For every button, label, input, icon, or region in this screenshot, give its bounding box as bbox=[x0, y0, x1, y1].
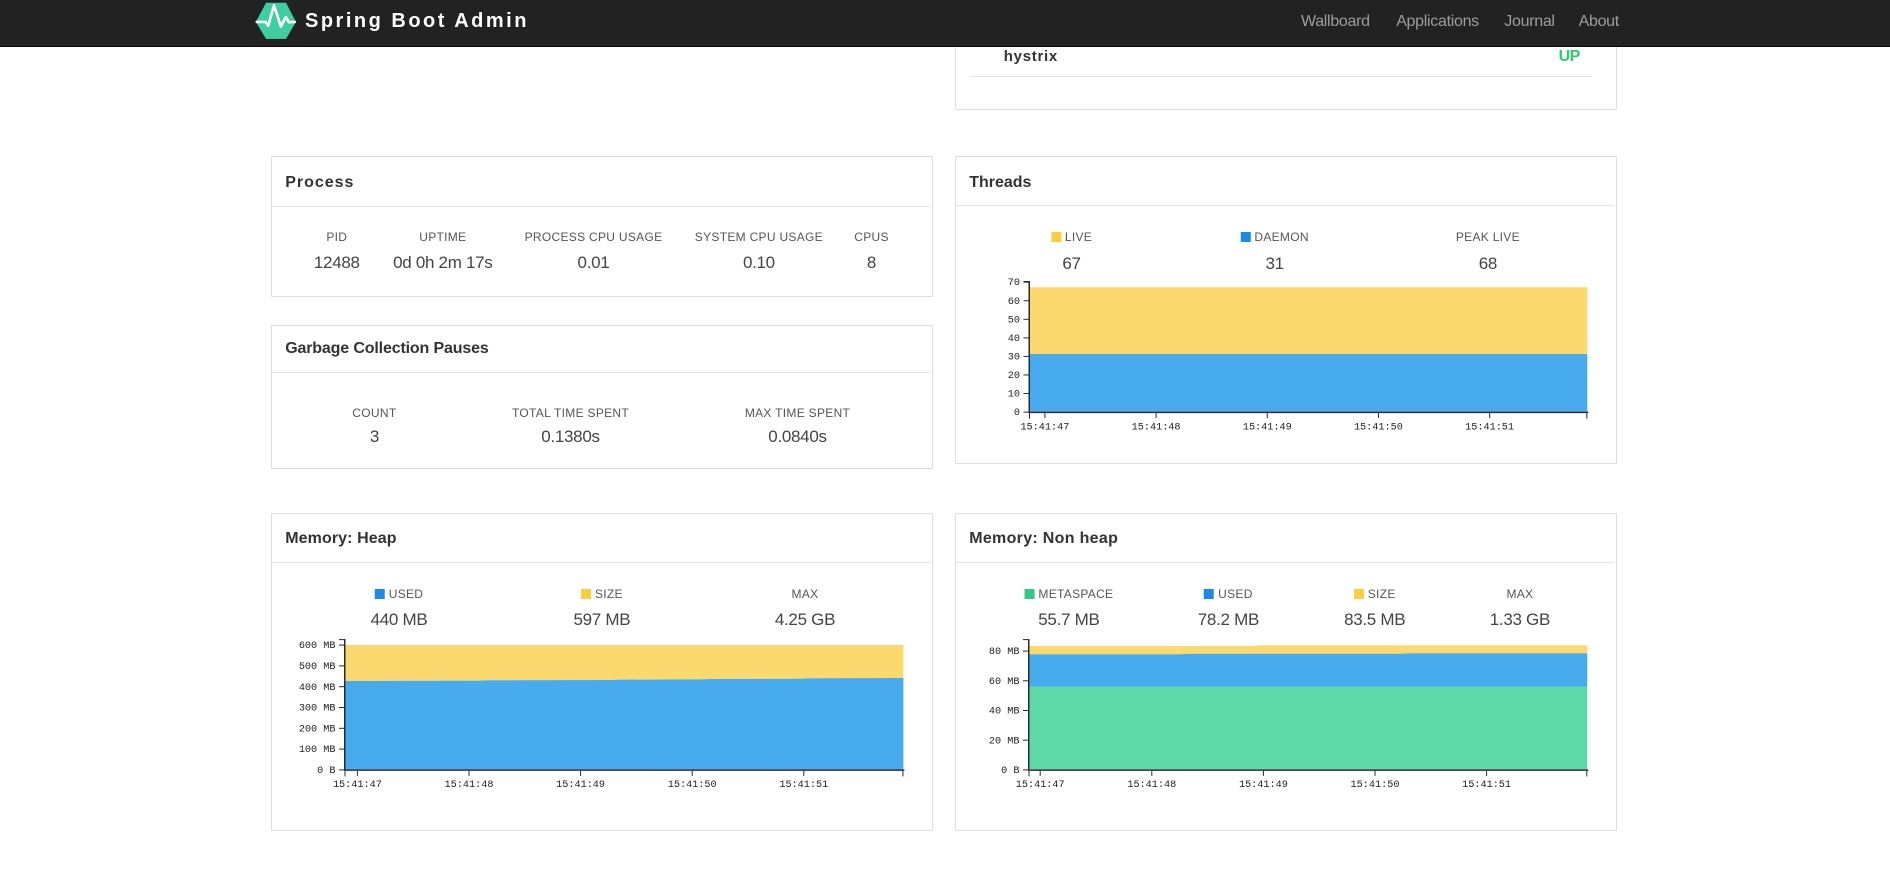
svg-text:40: 40 bbox=[1008, 334, 1020, 345]
svg-text:15:41:48: 15:41:48 bbox=[1127, 780, 1176, 791]
svg-text:15:41:51: 15:41:51 bbox=[779, 780, 828, 791]
svg-text:60: 60 bbox=[1008, 297, 1020, 308]
svg-text:15:41:49: 15:41:49 bbox=[556, 780, 605, 791]
svg-text:15:41:50: 15:41:50 bbox=[1351, 780, 1400, 791]
svg-text:0 B: 0 B bbox=[317, 766, 335, 777]
svg-text:15:41:50: 15:41:50 bbox=[668, 780, 717, 791]
svg-text:15:41:51: 15:41:51 bbox=[1462, 780, 1511, 791]
svg-text:10: 10 bbox=[1008, 390, 1020, 401]
svg-text:200 MB: 200 MB bbox=[299, 724, 336, 735]
svg-text:70: 70 bbox=[1008, 278, 1020, 289]
svg-text:30: 30 bbox=[1008, 353, 1020, 364]
svg-text:300 MB: 300 MB bbox=[299, 704, 336, 715]
svg-text:50: 50 bbox=[1008, 315, 1020, 326]
svg-text:600 MB: 600 MB bbox=[299, 641, 336, 652]
svg-text:15:41:49: 15:41:49 bbox=[1243, 422, 1292, 433]
svg-text:15:41:49: 15:41:49 bbox=[1239, 780, 1288, 791]
svg-text:0: 0 bbox=[1014, 408, 1020, 419]
svg-text:80 MB: 80 MB bbox=[989, 647, 1020, 658]
svg-text:60 MB: 60 MB bbox=[989, 677, 1020, 688]
svg-text:400 MB: 400 MB bbox=[299, 683, 336, 694]
svg-text:500 MB: 500 MB bbox=[299, 662, 336, 673]
svg-text:15:41:48: 15:41:48 bbox=[1132, 422, 1181, 433]
svg-text:0 B: 0 B bbox=[1001, 766, 1019, 777]
svg-text:15:41:47: 15:41:47 bbox=[1016, 780, 1065, 791]
svg-text:15:41:51: 15:41:51 bbox=[1465, 422, 1514, 433]
svg-text:15:41:50: 15:41:50 bbox=[1354, 422, 1403, 433]
svg-text:100 MB: 100 MB bbox=[299, 745, 336, 756]
svg-text:40 MB: 40 MB bbox=[989, 707, 1020, 718]
svg-text:20 MB: 20 MB bbox=[989, 736, 1020, 747]
svg-text:15:41:47: 15:41:47 bbox=[333, 780, 382, 791]
svg-text:15:41:47: 15:41:47 bbox=[1020, 422, 1069, 433]
svg-text:20: 20 bbox=[1008, 371, 1020, 382]
svg-text:15:41:48: 15:41:48 bbox=[445, 780, 494, 791]
